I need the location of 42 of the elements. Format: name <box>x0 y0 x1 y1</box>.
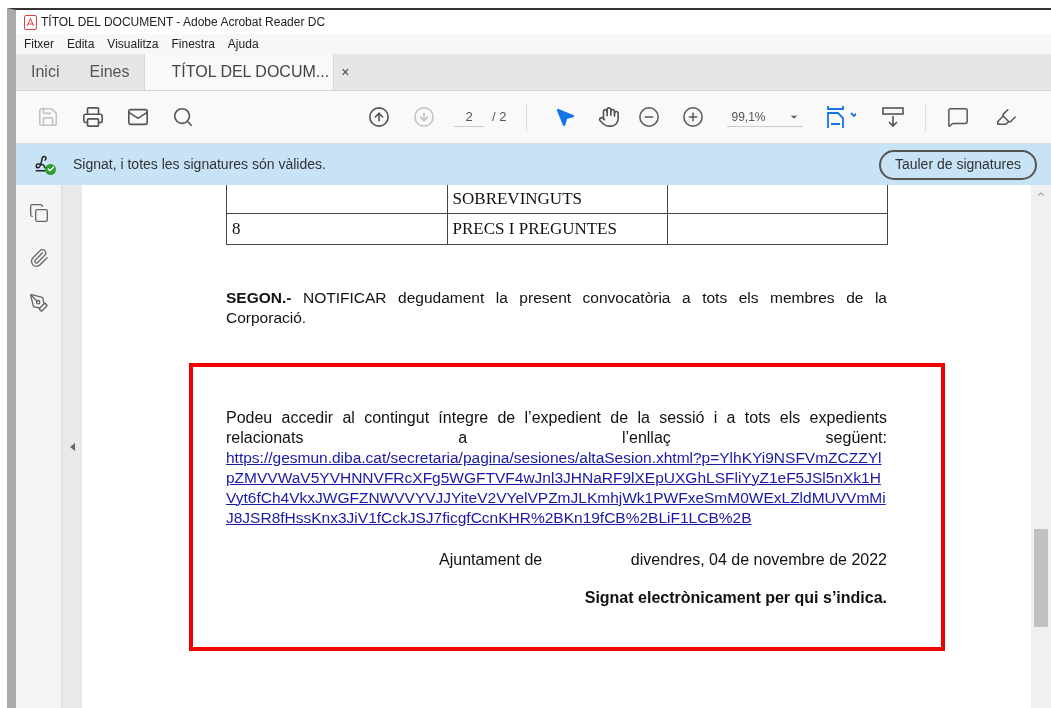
hand-icon <box>598 106 621 128</box>
mail-icon <box>127 106 149 128</box>
table-cell: PRECS I PREGUNTES <box>447 213 668 244</box>
table-cell: SOBREVINGUTS <box>447 185 668 213</box>
record-link[interactable]: https://gesmun.diba.cat/secretaria/pagina/sesiones/altaSesion.xhtml?p=YlhKYi9NSFVmZCZZYlpZMVVWaV5YVHNNVFRcXFg5WGFTVF4wJnl3JHNaRF9lXEpUXGhLSFliYyZ1eF5JSl5nXk1HVyt6fCh4VkxJWGFZNWVVYVJJYiteV2VYelVPZmJLKmhjWk1PWFxeSmM0WExLZldMUVVmMiJ8JSR8fHssKnx3JiV1fCckJSJ7ficgfCcnKHR%2BKn19fCB%2BLiF1LCB%2B <box>226 447 887 528</box>
page-total: / 2 <box>492 108 507 127</box>
tab[interactable]: Eines <box>74 54 145 90</box>
place-text: Ajuntament de <box>439 549 543 570</box>
menu-item[interactable]: Visualitza <box>107 35 159 53</box>
zoom-field[interactable]: 99,1% <box>727 107 804 127</box>
plus-circle-icon <box>682 106 705 128</box>
pages-icon[interactable] <box>28 203 49 223</box>
menu-item[interactable]: Finestra <box>171 35 215 53</box>
signature-status: Signat, i totes les signatures són vàlides. <box>73 155 326 174</box>
menu-item[interactable]: Fitxer <box>24 35 54 53</box>
close-tab-button[interactable]: × <box>341 61 350 83</box>
resolution-paragraph: SEGON.- NOTIFICAR degudament la present convocatòria a tots els membres de la Corporació. <box>226 287 887 328</box>
collapse-arrow-icon[interactable] <box>69 442 75 451</box>
highlighter-icon <box>995 106 1018 128</box>
menu-item[interactable]: Ajuda <box>227 35 259 53</box>
signature-pen-icon[interactable] <box>28 293 49 313</box>
save-icon <box>37 106 59 128</box>
minus-circle-icon <box>638 106 661 128</box>
pointer-icon <box>554 106 577 128</box>
tray-down-arrow-icon <box>881 106 906 128</box>
page-number-field[interactable]: 2 <box>454 106 484 128</box>
menu-item[interactable]: Edita <box>67 35 95 53</box>
scrollbar-thumb[interactable] <box>1034 529 1048 627</box>
print-icon <box>82 106 104 128</box>
access-paragraph: Podeu accedir al contingut íntegre de l’expedient de la sessió i a tots els expedients relacionats a l’enllaç següent: <box>226 407 887 448</box>
pdf-file-icon <box>24 14 37 30</box>
paperclip-icon[interactable] <box>28 248 49 268</box>
search-icon <box>172 106 194 128</box>
signature-valid-icon <box>34 154 56 175</box>
window-title: TÍTOL DEL DOCUMENT - Adobe Acrobat Reader DC <box>41 13 326 31</box>
fit-width-icon <box>826 105 857 129</box>
signature-panel-button[interactable]: Tauler de signatures <box>878 149 1037 180</box>
signature-note: Signat electrònicament per qui s’indica. <box>584 587 887 608</box>
tab[interactable]: Inici <box>16 54 75 90</box>
table-cell: 8 <box>226 213 448 244</box>
comment-icon <box>947 106 970 128</box>
date-text: divendres, 04 de novembre de 2022 <box>630 549 887 570</box>
